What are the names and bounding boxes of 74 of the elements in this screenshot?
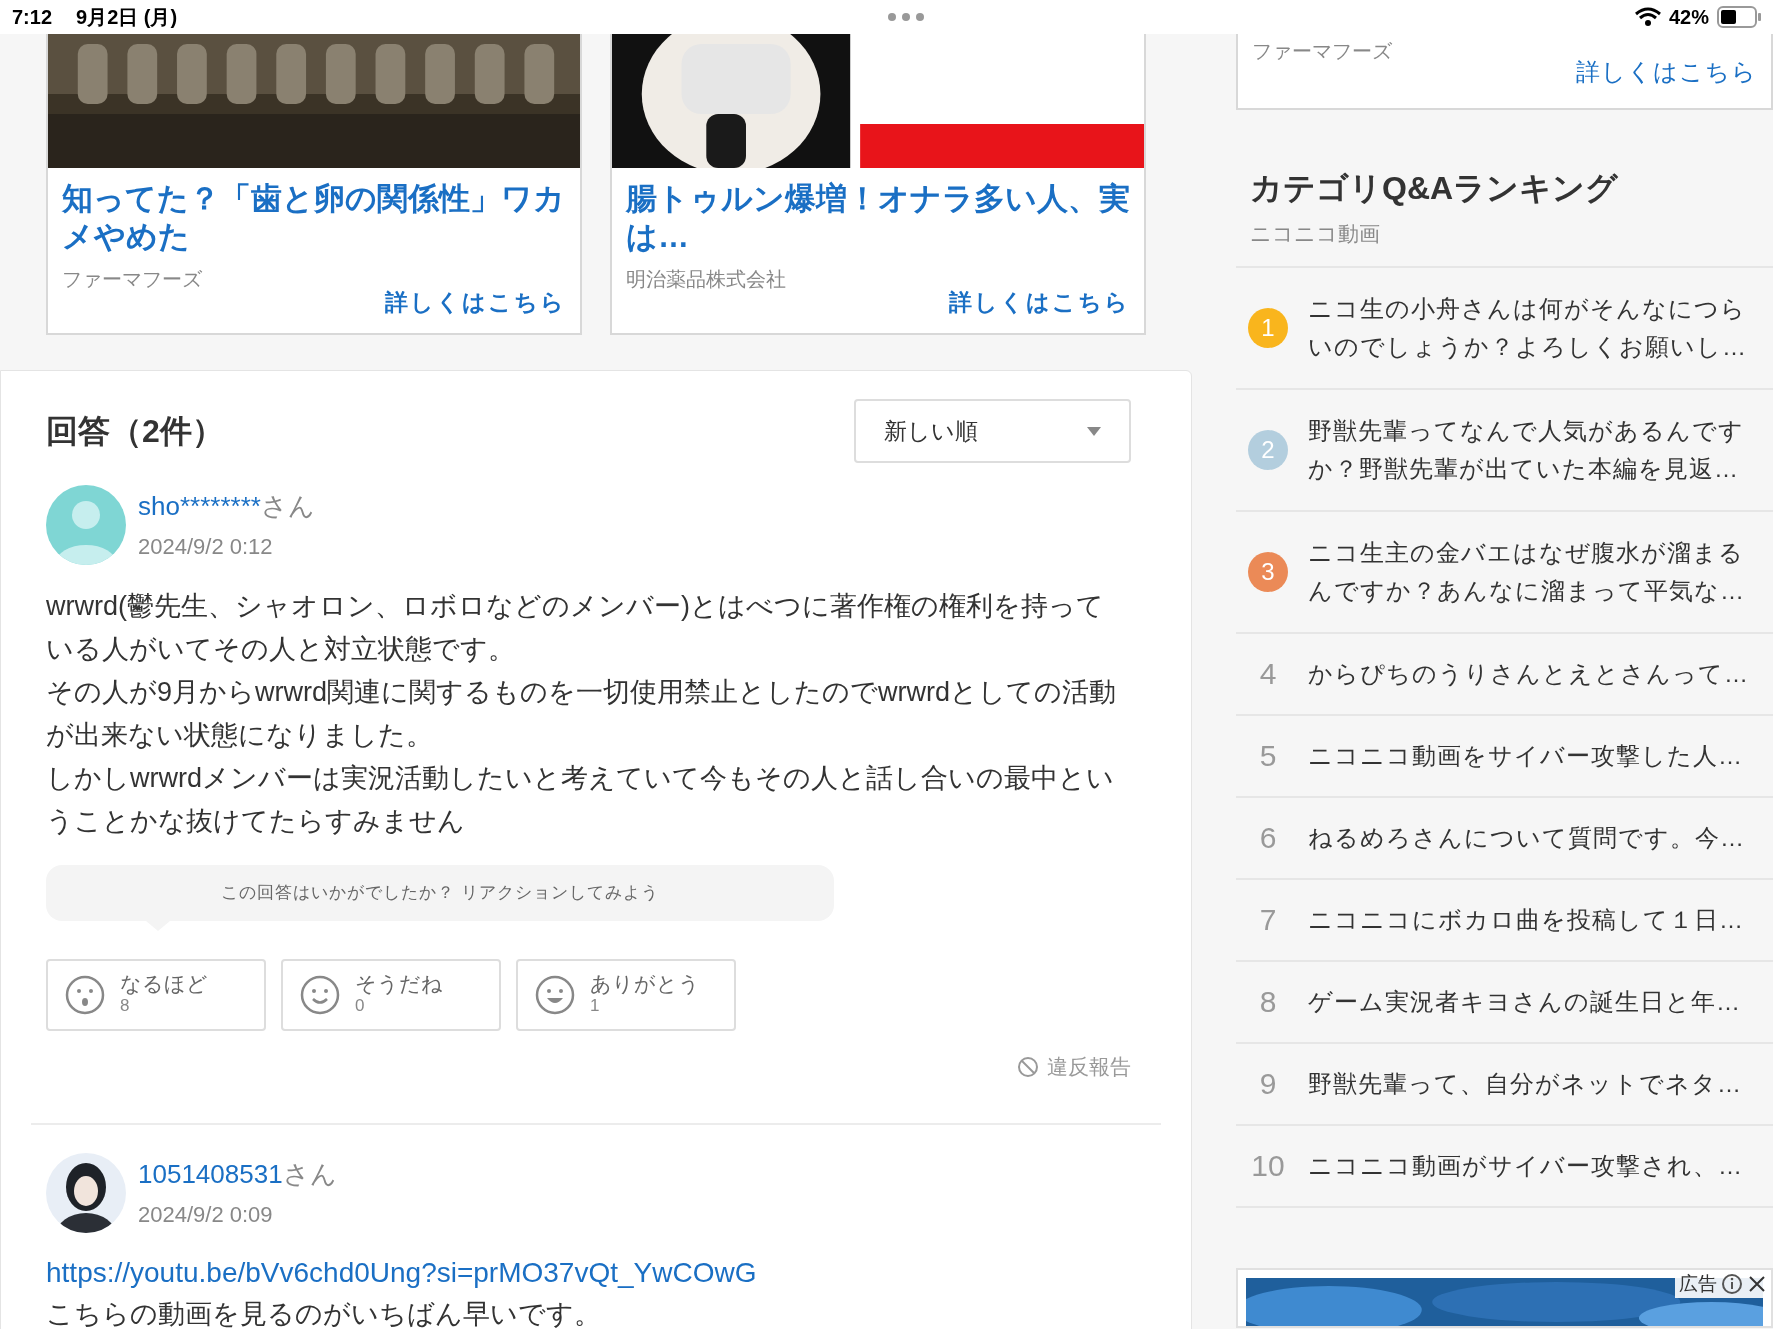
ranking-item[interactable]: 10 ニコニコ動画がサイバー攻撃され、… (1236, 1125, 1773, 1208)
ad-label: 広告 (1679, 1271, 1717, 1296)
answer-text: しかしwrwrdメンバーは実況活動したいと考えていて今もその人と話し合いの最中ということかな抜けてたらすみません (46, 762, 1115, 838)
ranking-item[interactable]: 3 ニコ生主の金バエはなぜ腹水が溜まるんですか？あんなに溜まって平気な… (1236, 511, 1773, 634)
ranking-item[interactable]: 4 からぴちのうりさんとえとさんって… (1236, 633, 1773, 716)
rank-number: 8 (1259, 984, 1277, 1020)
status-date: 9月2日 (月) (76, 5, 178, 30)
status-time: 7:12 (12, 5, 53, 30)
answer-date: 2024/9/2 0:12 (138, 533, 274, 561)
rank-number: 6 (1259, 820, 1277, 856)
caret-icon (1087, 426, 1101, 436)
ranking-item[interactable]: 5 ニコニコ動画をサイバー攻撃した人… (1236, 715, 1773, 798)
answers-heading: 回答（2件） (46, 412, 224, 451)
reaction-button[interactable]: そうだね 0 (281, 959, 501, 1031)
ranking-item[interactable]: 9 野獣先輩って、自分がネットでネタ… (1236, 1043, 1773, 1126)
battery-icon (1717, 6, 1761, 28)
ranking-item[interactable]: 7 ニコニコにボカロ曲を投稿して１日… (1236, 879, 1773, 962)
reaction-prompt: この回答はいかがでしたか？ リアクションしてみよう (221, 882, 659, 905)
ranking-item[interactable]: 8 ゲーム実況者キヨさんの誕生日と年… (1236, 961, 1773, 1044)
ad-title[interactable]: 腸トゥルン爆増！オナラ多い人、実は… (626, 180, 1130, 256)
ranking-item[interactable]: 2 野獣先輩ってなんで人気があるんですか？野獣先輩が出ていた本編を見返… (1236, 389, 1773, 512)
answer-text: その人が9月からwrwrd関連に関するものを一切使用禁止としたのでwrwrdとしての活動が出来ない状態になりました。 (46, 676, 1117, 752)
rank-badge: 1 (1248, 307, 1288, 348)
ad-sponsor: ファーマフーズ (1252, 39, 1392, 64)
surprised-face-icon (64, 974, 106, 1016)
ranking-question: ニコニコ動画をサイバー攻撃した人… (1308, 740, 1743, 771)
ad-title[interactable]: 知ってた？「歯と卵の関係性」ワカメやめた (62, 180, 566, 256)
ranking-question: ゲーム実況者キヨさんの誕生日と年… (1308, 986, 1741, 1017)
rank-badge: 2 (1248, 429, 1288, 470)
more-dots-icon (887, 12, 926, 22)
answer-text: wrwrd(鬱先生、シャオロン、ロボロなどのメンバー)とはべつに著作権の権利を持っている人がいてその人と対立状態です。 (46, 590, 1105, 666)
ranking-question: ニコ生の小舟さんは何がそんなにつらいのでしょうか？よろしくお願いし… (1308, 293, 1748, 362)
ranking-question: 野獣先輩ってなんで人気があるんですか？野獣先輩が出ていた本編を見返… (1308, 415, 1745, 484)
user-name[interactable]: sho******** (138, 487, 261, 526)
ad-sponsor: 明治薬品株式会社 (626, 267, 786, 292)
grinning-face-icon (534, 974, 576, 1016)
ranking-question: からぴちのうりさんとえとさんって… (1308, 658, 1749, 689)
ad-card[interactable]: 知ってた？「歯と卵の関係性」ワカメやめた ファーマフーズ 詳しくはこちら (46, 34, 582, 335)
sort-dropdown[interactable]: 新しい順 (854, 399, 1131, 463)
ranking-item[interactable]: 1 ニコ生の小舟さんは何がそんなにつらいのでしょうか？よろしくお願いし… (1236, 267, 1773, 390)
ranking-question: 野獣先輩って、自分がネットでネタ… (1308, 1068, 1742, 1099)
ad-card[interactable]: 腸トゥルン爆増！オナラ多い人、実は… 明治薬品株式会社 詳しくはこちら (610, 34, 1146, 335)
user-name[interactable]: 1051408531 (138, 1154, 283, 1194)
ranking-subtitle: ニコニコ動画 (1250, 221, 1381, 247)
prohibited-icon (1017, 1055, 1039, 1078)
rank-number: 4 (1259, 656, 1277, 692)
ranking-question: ニコニコにボカロ曲を投稿して１日… (1308, 904, 1744, 935)
reaction-button[interactable]: なるほど 8 (46, 959, 266, 1031)
rank-number: 5 (1259, 738, 1277, 774)
ranking-item[interactable]: 6 ねるめろさんについて質問です。今… (1236, 797, 1773, 880)
user-honorific: さん (260, 490, 315, 523)
wifi-icon (1634, 7, 1661, 27)
sidebar-ad-card[interactable]: ファーマフーズ 詳しくはこちら (1236, 34, 1773, 110)
rank-number: 9 (1259, 1066, 1277, 1102)
ranking-title: カテゴリQ&Aランキング (1250, 169, 1620, 208)
video-link[interactable]: https://youtu.be/bVv6chd0Ung?si=prMO37vQt_YwCOwG (46, 1252, 1131, 1293)
answer-date: 2024/9/2 0:09 (138, 1200, 274, 1229)
user-honorific: さん (282, 1157, 337, 1191)
ranking-question: ねるめろさんについて質問です。今… (1308, 822, 1745, 853)
ad-link[interactable]: 詳しくはこちら (949, 284, 1130, 319)
ad-link[interactable]: 詳しくはこちら (385, 284, 566, 319)
ranking-question: ニコニコ動画がサイバー攻撃され、… (1308, 1150, 1743, 1181)
answer-text: こちらの動画を見るのがいちばん早いです。 (46, 1297, 602, 1329)
close-icon[interactable] (1747, 1273, 1767, 1294)
rank-badge: 3 (1248, 551, 1288, 592)
ad-sponsor: ファーマフーズ (62, 267, 202, 292)
battery-percent: 42% (1668, 5, 1709, 30)
rank-number: 10 (1251, 1148, 1285, 1184)
ad-link[interactable]: 詳しくはこちら (1576, 54, 1757, 90)
smiley-face-icon (299, 974, 341, 1016)
ranking-question: ニコ生主の金バエはなぜ腹水が溜まるんですか？あんなに溜まって平気な… (1308, 537, 1746, 606)
info-icon[interactable] (1721, 1272, 1743, 1295)
rank-number: 7 (1259, 902, 1277, 938)
reaction-button[interactable]: ありがとう 1 (516, 959, 736, 1031)
